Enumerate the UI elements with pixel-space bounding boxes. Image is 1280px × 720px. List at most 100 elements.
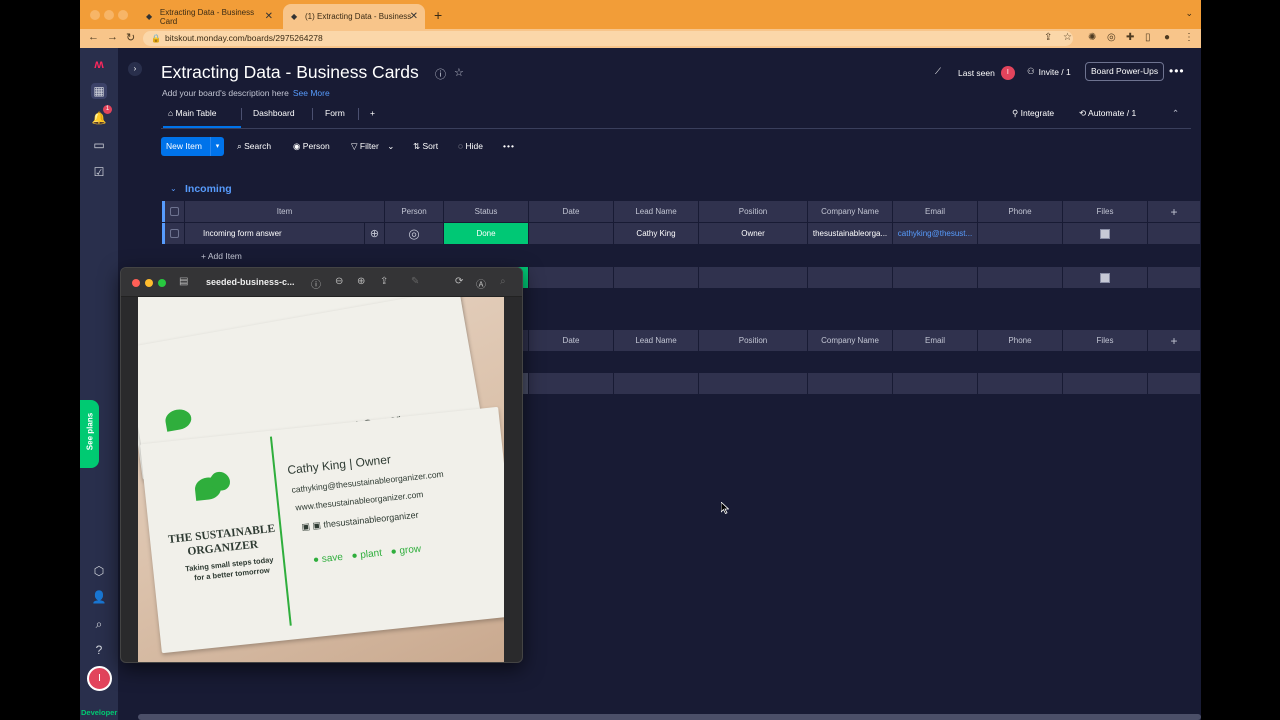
file-thumbnail-icon[interactable] [1100,228,1110,239]
preview-minimize-dot[interactable] [145,279,153,287]
window-zoom-dot[interactable] [118,10,128,20]
column-header-phone[interactable]: Phone [978,201,1063,222]
company-name-cell[interactable]: thesustainableorga... [808,223,893,244]
email-cell[interactable]: cathyking@thesust... [893,223,978,244]
filter-button[interactable]: ▽ Filter ⌄ [351,141,394,152]
browser-menu-icon[interactable]: ⋮ [1184,32,1194,43]
last-seen[interactable]: Last seen I [958,66,1015,80]
integrate-button[interactable]: ⚲ Integrate [1012,108,1054,119]
search-icon[interactable]: ⌕ [91,616,107,632]
rotate-icon[interactable]: ⟳ [455,276,463,287]
column-header-company-name[interactable]: Company Name [808,201,893,222]
window-minimize-dot[interactable] [104,10,114,20]
preview-window[interactable]: ▤ seeded-business-c... ⓘ ⊖ ⊕ ⇪ ✎ ⟳ Ⓐ ⌕ y… [120,267,523,663]
table-row[interactable]: Incoming form answer ⊕ ◎ Done Cathy King… [162,223,1201,244]
column-header-item[interactable]: Item [185,201,385,222]
column-header-lead-name[interactable]: Lead Name [614,201,699,222]
back-icon[interactable]: ← [88,31,99,43]
column-header-position[interactable]: Position [699,330,808,351]
more-options-icon[interactable]: ••• [503,141,515,151]
person-avatar-icon[interactable]: ◎ [385,223,444,244]
board-power-ups-button[interactable]: Board Power-Ups [1085,62,1165,81]
hide-button[interactable]: ◌ Hide [458,141,483,151]
select-all-checkbox[interactable] [165,201,185,222]
url-field[interactable]: 🔒 bitskout.monday.com/boards/2975264278 [143,31,1073,46]
column-header-lead-name[interactable]: Lead Name [614,330,699,351]
see-more-link[interactable]: See More [293,88,330,98]
favorite-star-icon[interactable]: ☆ [454,66,464,79]
horizontal-scrollbar[interactable] [138,714,1201,720]
add-column-icon[interactable]: + [1148,201,1201,222]
column-header-person[interactable]: Person [385,201,444,222]
column-header-position[interactable]: Position [699,201,808,222]
column-header-status[interactable]: Status [444,201,529,222]
tab-form[interactable]: Form [325,108,345,118]
position-cell[interactable]: Owner [699,223,808,244]
tab-search-chevron-icon[interactable]: ⌄ [1185,8,1193,19]
share-icon[interactable]: ⇪ [1044,32,1052,43]
add-item-button[interactable]: + Add Item [201,251,242,261]
zoom-in-icon[interactable]: ⊕ [357,276,365,287]
expand-sidebar-icon[interactable]: › [128,62,142,76]
person-filter-button[interactable]: ◉ Person [293,141,330,152]
search-button[interactable]: ⌕ Search [237,141,271,152]
browser-tab-2[interactable]: ◆ (1) Extracting Data - Business ✕ [283,4,425,29]
forward-icon[interactable]: → [107,31,118,43]
bookmark-star-icon[interactable]: ☆ [1063,32,1072,43]
see-plans-button[interactable]: See plans [80,400,99,468]
new-item-chevron-icon[interactable]: ▾ [210,137,224,156]
tab-main-table[interactable]: ⌂ Main Table [168,108,216,118]
column-header-date[interactable]: Date [529,330,614,351]
invite-button[interactable]: ⚇ Invite / 1 [1027,66,1071,77]
user-avatar[interactable]: I [87,666,112,691]
inbox-icon[interactable]: ▭ [91,137,107,153]
preview-zoom-dot[interactable] [158,279,166,287]
extension-2-icon[interactable]: ◎ [1107,32,1116,43]
lead-name-cell[interactable]: Cathy King [614,223,699,244]
board-description[interactable]: Add your board's description here See Mor… [162,88,330,98]
monday-logo-icon[interactable]: ʍ [91,56,107,72]
invite-members-icon[interactable]: 👤 [91,589,107,605]
board-menu-icon[interactable]: ••• [1169,64,1185,78]
markup-icon[interactable]: Ⓐ [476,276,486,291]
group-collapse-chevron-icon[interactable]: ⌄ [170,184,177,193]
info-icon[interactable]: ⓘ [435,66,446,82]
column-header-phone[interactable]: Phone [978,330,1063,351]
close-tab-icon[interactable]: ✕ [265,11,273,22]
automate-button[interactable]: ⟲ Automate / 1 [1079,108,1136,119]
files-cell[interactable] [1063,223,1148,244]
item-name-cell[interactable]: Incoming form answer [185,223,365,244]
profile-icon[interactable]: ● [1164,32,1170,43]
sidebar-toggle-icon[interactable]: ▤ [179,276,188,287]
column-header-files[interactable]: Files [1063,201,1148,222]
close-tab-icon[interactable]: ✕ [410,11,418,22]
workspace-grid-icon[interactable]: ▦ [91,83,107,99]
collapse-header-icon[interactable]: ⌃ [1172,108,1179,119]
phone-cell[interactable] [978,223,1063,244]
help-icon[interactable]: ? [91,642,107,658]
my-work-icon[interactable]: ☑ [91,164,107,180]
group-title[interactable]: Incoming [185,183,232,195]
extension-icon[interactable]: ✺ [1088,32,1096,43]
sort-button[interactable]: ⇅ Sort [413,141,438,152]
add-update-icon[interactable]: ⊕ [365,223,385,244]
apps-icon[interactable]: ⬡ [91,563,107,579]
column-header-email[interactable]: Email [893,201,978,222]
window-close-dot[interactable] [90,10,100,20]
board-title[interactable]: Extracting Data - Business Cards [161,62,419,83]
reload-icon[interactable]: ↻ [126,31,135,44]
share-icon[interactable]: ⇪ [380,276,388,287]
column-header-files[interactable]: Files [1063,330,1148,351]
column-header-email[interactable]: Email [893,330,978,351]
add-view-button[interactable]: + [370,108,375,118]
date-cell[interactable] [529,223,614,244]
preview-filename[interactable]: seeded-business-c... [206,277,295,287]
status-cell[interactable]: Done [444,223,529,244]
zoom-out-icon[interactable]: ⊖ [335,276,343,287]
puzzle-icon[interactable]: ✚ [1126,32,1134,43]
activity-icon[interactable]: ⟋ [935,66,941,77]
new-item-button[interactable]: New Item ▾ [161,137,224,156]
new-tab-icon[interactable]: + [434,7,442,23]
tab-dashboard[interactable]: Dashboard [253,108,295,118]
info-icon[interactable]: ⓘ [311,276,321,291]
